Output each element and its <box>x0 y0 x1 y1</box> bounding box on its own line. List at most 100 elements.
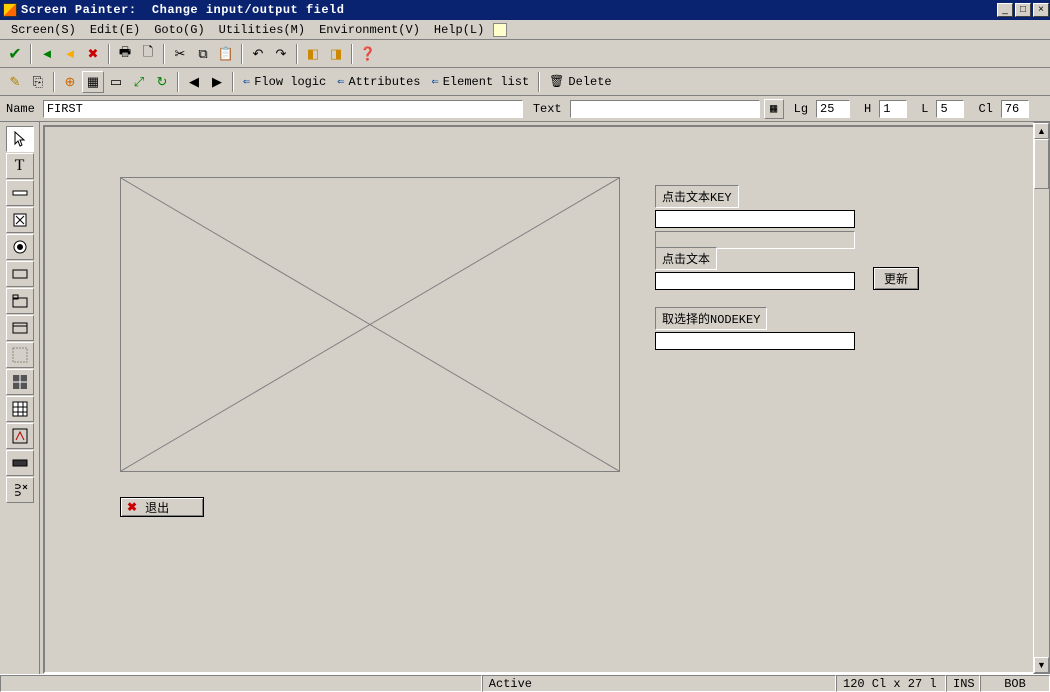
session2-icon[interactable]: ◨ <box>325 43 347 65</box>
grid-icon[interactable]: ▦ <box>82 71 104 93</box>
delete-button[interactable]: 🗑 Delete <box>544 71 616 93</box>
scroll-down-icon[interactable]: ▼ <box>1034 657 1049 673</box>
scroll-thumb[interactable] <box>1034 139 1049 189</box>
minimize-button[interactable]: _ <box>997 3 1013 17</box>
window-icon[interactable]: ▭ <box>105 71 127 93</box>
cl-label: Cl <box>978 102 992 116</box>
redo-icon[interactable]: ↷ <box>270 43 292 65</box>
lg-label: Lg <box>794 102 808 116</box>
layout-icon[interactable]: ⊕ <box>59 71 81 93</box>
window-title: Screen Painter: Change input/output fiel… <box>21 3 996 17</box>
vertical-scrollbar[interactable]: ▲ ▼ <box>1033 122 1050 674</box>
element-list-button[interactable]: ⇐ Element list <box>427 71 535 93</box>
input-click-text[interactable] <box>655 272 855 290</box>
next-icon[interactable]: ▶ <box>206 71 228 93</box>
trash-icon: 🗑 <box>549 74 564 89</box>
standard-toolbar: ✔ ◄ ◄ ✖ 🖶 🗋 ✂ ⧉ 📋 ↶ ↷ ◧ ◨ ❓ <box>0 40 1050 68</box>
tool-pointer-icon[interactable] <box>6 126 34 152</box>
exit-button[interactable]: ✖ 退出 <box>120 497 204 517</box>
name-input[interactable] <box>43 100 523 118</box>
status-position: 120 Cl x 27 l <box>836 675 946 692</box>
name-label: Name <box>6 102 35 116</box>
enter-icon[interactable]: ✔ <box>4 43 26 65</box>
work-area: T 点击文本KEY 点击文本 更新 <box>0 122 1050 674</box>
flow-logic-label: Flow logic <box>254 75 326 89</box>
label-click-text-key: 点击文本KEY <box>655 185 739 208</box>
prev-icon[interactable]: ◀ <box>183 71 205 93</box>
close-x-icon: ✖ <box>127 500 137 515</box>
arrow-left-icon: ⇐ <box>432 74 439 89</box>
refresh-icon[interactable]: ↻ <box>151 71 173 93</box>
text-input[interactable] <box>570 100 760 118</box>
tool-ole-icon[interactable] <box>6 477 34 503</box>
activate-icon[interactable]: ⎘ <box>27 71 49 93</box>
menu-help[interactable]: Help(L) <box>427 21 491 39</box>
back-icon[interactable]: ◄ <box>36 43 58 65</box>
element-list-label: Element list <box>443 75 529 89</box>
help-icon[interactable]: ❓ <box>357 43 379 65</box>
menu-screen[interactable]: Screen(S) <box>4 21 83 39</box>
h-label: H <box>864 102 871 116</box>
element-palette: T <box>0 122 40 674</box>
h-input[interactable] <box>879 100 907 118</box>
delete-label: Delete <box>568 75 611 89</box>
update-button[interactable]: 更新 <box>873 267 919 290</box>
help-doc-icon <box>493 23 507 37</box>
status-mode: Active <box>482 675 836 692</box>
l-label: L <box>921 102 928 116</box>
tool-box-icon[interactable] <box>6 315 34 341</box>
input-selected-nodekey[interactable] <box>655 332 855 350</box>
arrow-left-icon: ⇐ <box>337 74 344 89</box>
cl-input[interactable] <box>1001 100 1029 118</box>
tool-status-icon[interactable] <box>6 450 34 476</box>
tool-checkbox-icon[interactable] <box>6 207 34 233</box>
tool-radio-icon[interactable] <box>6 234 34 260</box>
tool-tabstrip-icon[interactable] <box>6 288 34 314</box>
cancel-icon[interactable]: ✖ <box>82 43 104 65</box>
tool-pushbutton-icon[interactable] <box>6 261 34 287</box>
paste-icon[interactable]: 📋 <box>215 43 237 65</box>
label-click-text: 点击文本 <box>655 247 717 270</box>
tool-table-dark-icon[interactable] <box>6 369 34 395</box>
status-bar: Active 120 Cl x 27 l INS BOB <box>0 674 1050 692</box>
exit-label: 退出 <box>145 499 169 516</box>
input-click-text-key[interactable] <box>655 210 855 228</box>
session1-icon[interactable]: ◧ <box>302 43 324 65</box>
window-titlebar: Screen Painter: Change input/output fiel… <box>0 0 1050 20</box>
menu-edit[interactable]: Edit(E) <box>83 21 147 39</box>
tool-input-icon[interactable] <box>6 180 34 206</box>
l-input[interactable] <box>936 100 964 118</box>
lg-input[interactable] <box>816 100 850 118</box>
fullscreen-icon[interactable]: ⤢ <box>128 71 150 93</box>
scroll-up-icon[interactable]: ▲ <box>1034 123 1049 139</box>
print-icon[interactable]: 🖶 <box>114 43 136 65</box>
tool-custom-icon[interactable] <box>6 423 34 449</box>
close-button[interactable]: × <box>1033 3 1049 17</box>
arrow-left-icon: ⇐ <box>243 74 250 89</box>
layout-canvas[interactable]: 点击文本KEY 点击文本 更新 取选择的NODEKEY ✖ 退出 <box>43 125 1050 674</box>
menu-bar: Screen(S) Edit(E) Goto(G) Utilities(M) E… <box>0 20 1050 40</box>
tool-tablecontrol-icon[interactable] <box>6 396 34 422</box>
app-icon <box>3 3 17 17</box>
text-label: Text <box>533 102 562 116</box>
custom-control-placeholder[interactable] <box>120 177 620 472</box>
copy-icon[interactable]: ⧉ <box>192 43 214 65</box>
check-icon[interactable]: ✎ <box>4 71 26 93</box>
property-row: Name Text ▦ Lg H L Cl <box>0 96 1050 122</box>
text-picker-icon[interactable]: ▦ <box>764 99 784 119</box>
tool-subscreen-icon[interactable] <box>6 342 34 368</box>
menu-utilities[interactable]: Utilities(M) <box>212 21 312 39</box>
attributes-button[interactable]: ⇐ Attributes <box>332 71 425 93</box>
maximize-button[interactable]: □ <box>1015 3 1031 17</box>
label-selected-nodekey: 取选择的NODEKEY <box>655 307 767 330</box>
menu-goto[interactable]: Goto(G) <box>147 21 211 39</box>
find-icon[interactable]: 🗋 <box>137 43 159 65</box>
status-user: BOB <box>980 675 1050 692</box>
menu-environment[interactable]: Environment(V) <box>312 21 427 39</box>
tool-text-icon[interactable]: T <box>6 153 34 179</box>
cut-icon[interactable]: ✂ <box>169 43 191 65</box>
flow-logic-button[interactable]: ⇐ Flow logic <box>238 71 331 93</box>
status-insert: INS <box>946 675 980 692</box>
undo-icon[interactable]: ↶ <box>247 43 269 65</box>
exit-icon[interactable]: ◄ <box>59 43 81 65</box>
